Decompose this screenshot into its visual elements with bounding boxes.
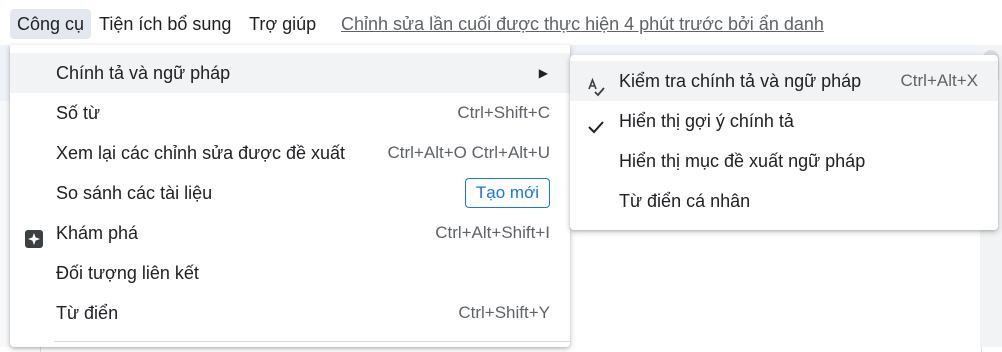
keyboard-shortcut: Ctrl+Alt+O Ctrl+Alt+U — [387, 143, 551, 162]
menu-item-label: Xem lại các chỉnh sửa được đề xuất — [56, 143, 346, 163]
menu-item-review-suggested-edits[interactable]: Xem lại các chỉnh sửa được đề xuất Ctrl+… — [10, 133, 570, 173]
new-badge: Tạo mới — [464, 178, 550, 208]
spelling-grammar-submenu: Kiểm tra chính tả và ngữ pháp Ctrl+Alt+X… — [570, 55, 998, 230]
keyboard-shortcut: Ctrl+Shift+Y — [458, 303, 550, 322]
submenu-item-label: Hiển thị gợi ý chính tả — [619, 111, 794, 131]
submenu-item-show-grammar-suggestions[interactable]: Hiển thị mục đề xuất ngữ pháp — [570, 141, 998, 181]
submenu-item-label: Hiển thị mục đề xuất ngữ pháp — [619, 151, 866, 171]
tools-dropdown-menu: Chính tả và ngữ pháp ▶ Số từ Ctrl+Shift+… — [10, 45, 570, 347]
menu-item-compare-documents[interactable]: So sánh các tài liệu Tạo mới — [10, 173, 570, 213]
menu-item-label: Khám phá — [56, 223, 139, 243]
menu-item-spelling-grammar[interactable]: Chính tả và ngữ pháp ▶ — [10, 53, 570, 93]
checkmark-icon — [586, 111, 606, 134]
menu-item-linked-objects[interactable]: Đối tượng liên kết — [10, 253, 570, 293]
menu-item-label: Đối tượng liên kết — [56, 263, 199, 283]
menu-bar: Công cụ Tiện ích bổ sung Trợ giúp Chỉnh … — [0, 0, 1002, 45]
menu-item-explore[interactable]: Khám phá Ctrl+Alt+Shift+I — [10, 213, 570, 253]
menu-divider — [54, 341, 570, 342]
submenu-item-personal-dictionary[interactable]: Từ điển cá nhân — [570, 181, 998, 221]
keyboard-shortcut: Ctrl+Alt+Shift+I — [435, 223, 550, 242]
spellcheck-icon — [586, 71, 606, 97]
menu-tools[interactable]: Công cụ — [10, 9, 92, 39]
submenu-item-label: Từ điển cá nhân — [619, 191, 751, 211]
last-edit-link[interactable]: Chỉnh sửa lần cuối được thực hiện 4 phút… — [341, 9, 824, 39]
menu-extensions[interactable]: Tiện ích bổ sung — [92, 9, 238, 39]
menu-item-label: Chính tả và ngữ pháp — [56, 63, 231, 83]
menu-help[interactable]: Trợ giúp — [242, 9, 323, 39]
submenu-item-label: Kiểm tra chính tả và ngữ pháp — [619, 71, 862, 91]
submenu-item-show-spelling-suggestions[interactable]: Hiển thị gợi ý chính tả — [570, 101, 998, 141]
submenu-item-check-spelling[interactable]: Kiểm tra chính tả và ngữ pháp Ctrl+Alt+X — [570, 61, 998, 101]
menu-item-label: Từ điển — [56, 303, 119, 323]
submenu-arrow-icon: ▶ — [538, 66, 548, 80]
menu-item-label: Số từ — [56, 103, 101, 123]
menu-item-label: So sánh các tài liệu — [56, 183, 213, 203]
explore-icon — [24, 223, 44, 248]
menu-item-word-count[interactable]: Số từ Ctrl+Shift+C — [10, 93, 570, 133]
keyboard-shortcut: Ctrl+Shift+C — [457, 103, 550, 122]
keyboard-shortcut: Ctrl+Alt+X — [900, 71, 978, 90]
menu-item-dictionary[interactable]: Từ điển Ctrl+Shift+Y — [10, 293, 570, 333]
